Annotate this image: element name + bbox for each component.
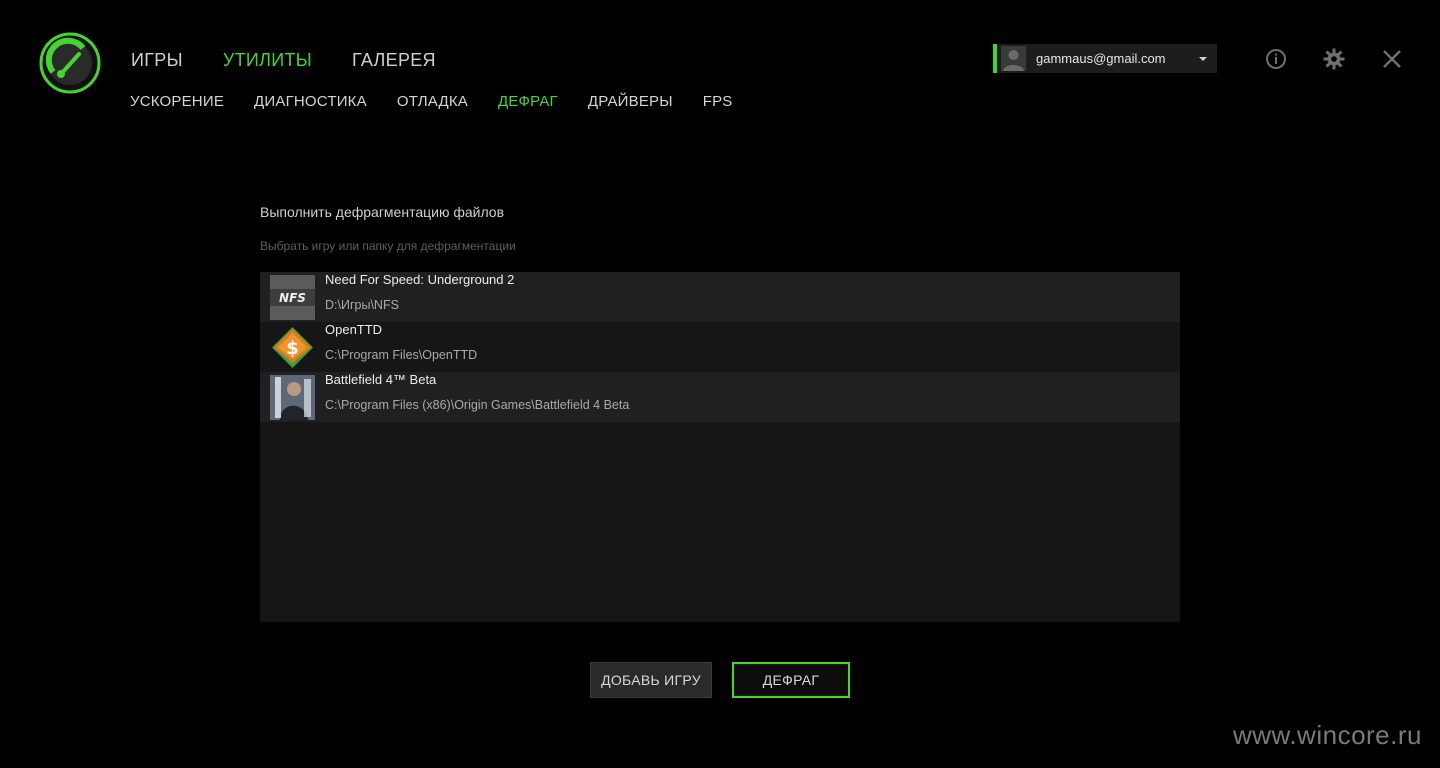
defrag-button[interactable]: ДЕФРАГ bbox=[732, 662, 850, 698]
game-list: NFS Need For Speed: Underground 2 D:\Игр… bbox=[260, 272, 1180, 622]
account-email: gammaus@gmail.com bbox=[1036, 51, 1166, 66]
speedometer-logo-icon[interactable] bbox=[39, 32, 101, 94]
section-title: Выполнить дефрагментацию файлов bbox=[260, 204, 505, 220]
main-nav: ИГРЫ УТИЛИТЫ ГАЛЕРЕЯ bbox=[131, 50, 476, 71]
list-item[interactable]: Battlefield 4™ Beta C:\Program Files (x8… bbox=[260, 372, 1180, 422]
openttd-game-icon: $ bbox=[272, 326, 313, 368]
main-nav-games[interactable]: ИГРЫ bbox=[131, 50, 183, 71]
game-path: C:\Program Files (x86)\Origin Games\Batt… bbox=[325, 397, 630, 412]
watermark: www.wincore.ru bbox=[1232, 720, 1422, 750]
app-window: ИГРЫ УТИЛИТЫ ГАЛЕРЕЯ УСКОРЕНИЕ ДИАГНОСТИ… bbox=[0, 0, 1440, 768]
main-nav-gallery[interactable]: ГАЛЕРЕЯ bbox=[352, 50, 436, 71]
sub-nav-drivers[interactable]: ДРАЙВЕРЫ bbox=[588, 93, 673, 110]
game-path: C:\Program Files\OpenTTD bbox=[325, 347, 478, 362]
section-hint: Выбрать игру или папку для дефрагментаци… bbox=[260, 239, 516, 253]
game-name: Battlefield 4™ Beta bbox=[325, 371, 437, 387]
gear-icon[interactable] bbox=[1322, 47, 1346, 71]
list-item[interactable]: NFS Need For Speed: Underground 2 D:\Игр… bbox=[260, 272, 1180, 322]
sub-nav-diagnostics[interactable]: ДИАГНОСТИКА bbox=[254, 93, 367, 110]
game-path: D:\Игры\NFS bbox=[325, 297, 399, 312]
nfs-game-icon: NFS bbox=[270, 274, 315, 320]
sub-nav-defrag[interactable]: ДЕФРАГ bbox=[498, 93, 558, 110]
openttd-thumb-text: $ bbox=[286, 338, 299, 359]
account-dropdown[interactable]: gammaus@gmail.com bbox=[993, 44, 1217, 73]
sub-nav-debug[interactable]: ОТЛАДКА bbox=[397, 93, 468, 110]
close-icon[interactable] bbox=[1380, 47, 1404, 71]
user-icon bbox=[1003, 50, 1024, 71]
list-item[interactable]: $ OpenTTD C:\Program Files\OpenTTD bbox=[260, 322, 1180, 372]
sub-nav-fps[interactable]: FPS bbox=[703, 93, 733, 110]
game-name: Need For Speed: Underground 2 bbox=[325, 271, 515, 287]
game-name: OpenTTD bbox=[325, 321, 383, 337]
add-game-button[interactable]: ДОБАВЬ ИГРУ bbox=[590, 662, 712, 698]
sub-nav: УСКОРЕНИЕ ДИАГНОСТИКА ОТЛАДКА ДЕФРАГ ДРА… bbox=[130, 93, 763, 110]
battlefield-game-icon bbox=[270, 374, 315, 420]
avatar bbox=[1001, 46, 1026, 71]
info-icon[interactable] bbox=[1264, 47, 1288, 71]
chevron-down-icon bbox=[1199, 56, 1207, 61]
main-nav-utilities[interactable]: УТИЛИТЫ bbox=[223, 50, 312, 71]
nfs-thumb-text: NFS bbox=[279, 291, 306, 305]
sub-nav-boost[interactable]: УСКОРЕНИЕ bbox=[130, 93, 224, 110]
